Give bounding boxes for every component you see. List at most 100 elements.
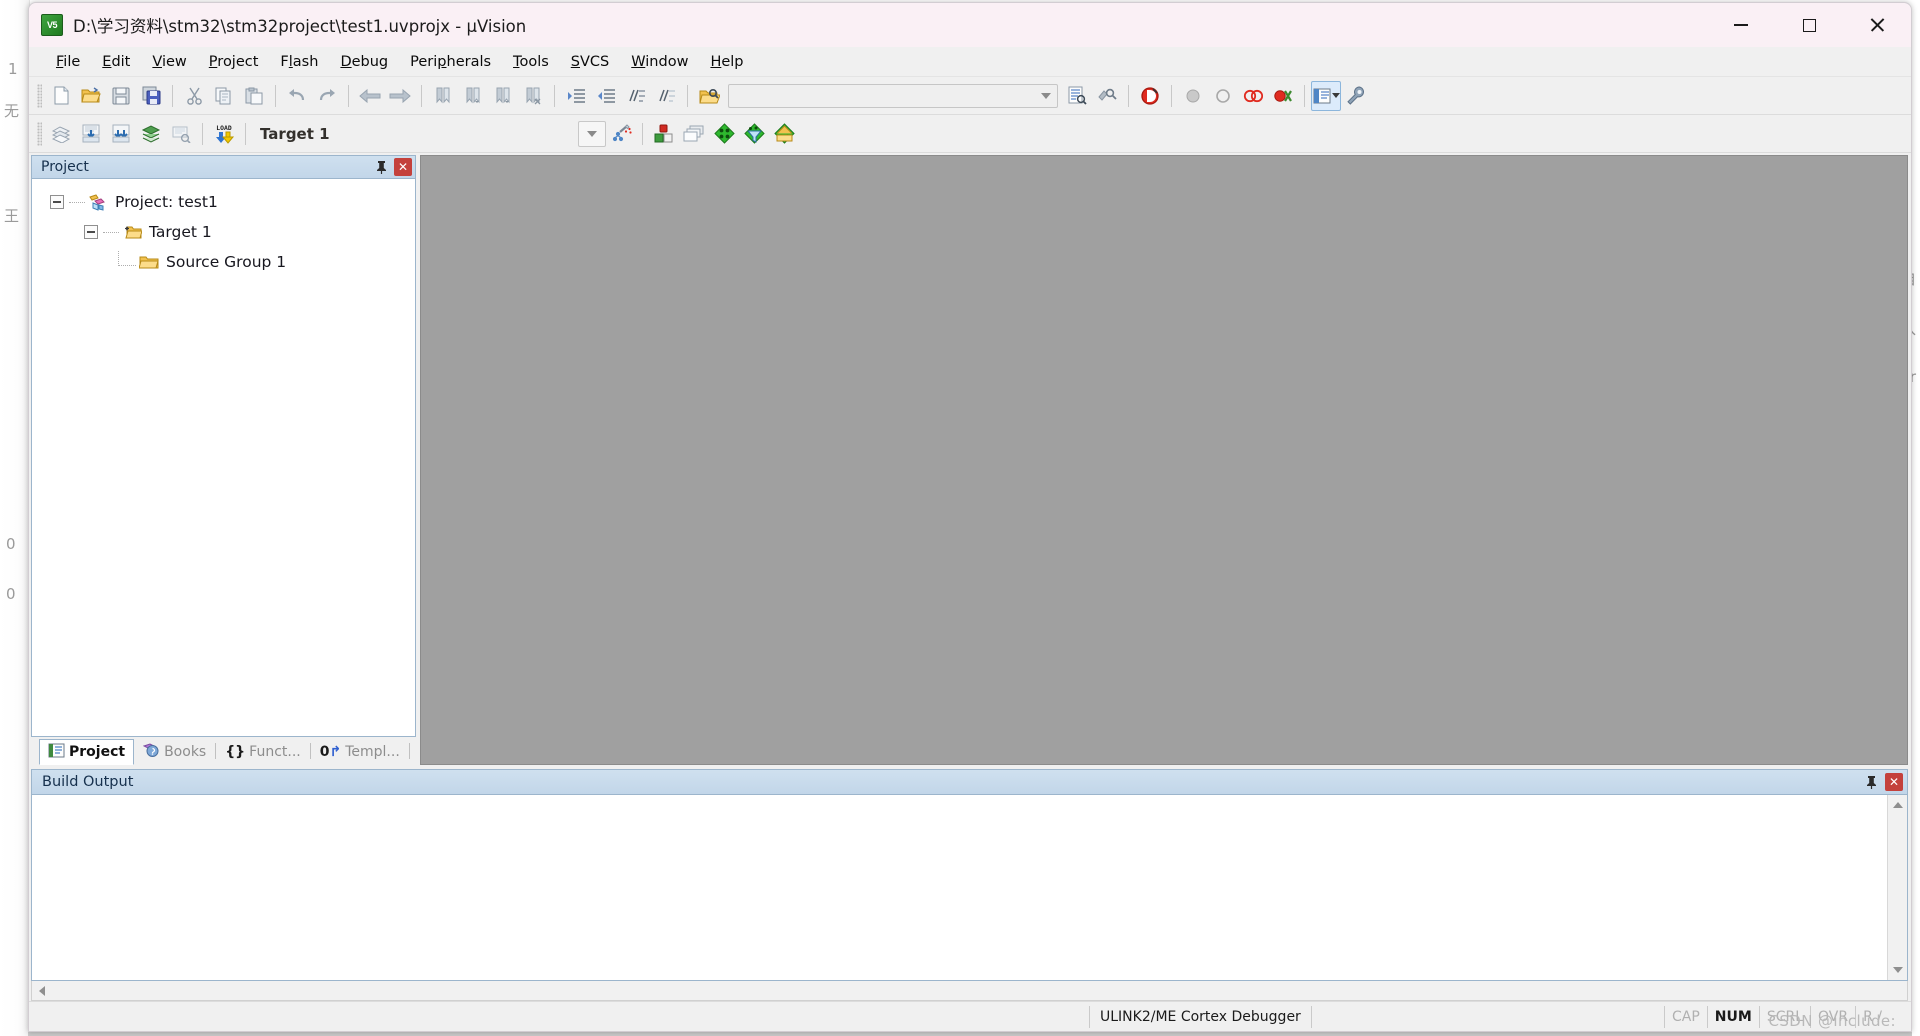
tree-item-label: Source Group 1 xyxy=(166,253,287,271)
find-replace-button[interactable] xyxy=(1092,81,1122,111)
toolbar-grip[interactable] xyxy=(37,121,42,146)
tab-label: Books xyxy=(164,744,207,760)
functions-tab-icon: {} xyxy=(225,744,246,760)
save-button[interactable] xyxy=(106,81,136,111)
batch-build-button[interactable] xyxy=(136,119,166,149)
tab-project[interactable]: Project xyxy=(39,739,135,765)
navigate-forward-button[interactable] xyxy=(385,81,415,111)
copy-button[interactable] xyxy=(209,81,239,111)
tree-item-target[interactable]: Target 1 xyxy=(32,217,415,247)
open-file-button[interactable] xyxy=(76,81,106,111)
minimize-button[interactable] xyxy=(1707,3,1775,47)
minimize-icon xyxy=(1734,24,1748,26)
chevron-down-icon[interactable] xyxy=(1331,93,1340,98)
rebuild-button[interactable] xyxy=(106,119,136,149)
find-combo[interactable] xyxy=(728,83,1058,108)
indent-decrease-button[interactable] xyxy=(591,81,621,111)
tab-books[interactable]: Books xyxy=(134,739,215,765)
bookmark-toggle-button[interactable] xyxy=(428,81,458,111)
translate-button[interactable] xyxy=(46,119,76,149)
status-indicator-readonly: R / xyxy=(1855,1005,1889,1028)
menu-help[interactable]: Help xyxy=(699,51,754,73)
target-selector[interactable]: Target 1 xyxy=(252,121,452,147)
scroll-down-button[interactable] xyxy=(1888,960,1907,980)
debug-session-button[interactable] xyxy=(1135,81,1165,111)
find-in-files-button[interactable] xyxy=(694,81,724,111)
cut-button[interactable] xyxy=(179,81,209,111)
tree-item-project[interactable]: Project: test1 xyxy=(32,187,415,217)
options-wrench-button[interactable] xyxy=(1341,81,1371,111)
scroll-left-button[interactable] xyxy=(32,982,52,1000)
toolbar-grip[interactable] xyxy=(37,83,42,108)
bookmark-clear-button[interactable] xyxy=(518,81,548,111)
manage-project-items-button[interactable] xyxy=(649,119,679,149)
run-time-env-button[interactable] xyxy=(739,119,769,149)
editor-client-area[interactable] xyxy=(420,155,1908,765)
save-all-button[interactable] xyxy=(136,81,166,111)
build-output-vertical-scrollbar[interactable] xyxy=(1887,795,1907,980)
new-file-button[interactable] xyxy=(46,81,76,111)
tab-templates[interactable]: 0↱ Templ... xyxy=(311,739,409,765)
configuration-wizard-button[interactable] xyxy=(1311,80,1341,111)
pack-installer-button[interactable] xyxy=(709,119,739,149)
disable-all-breakpoints-button[interactable] xyxy=(1238,81,1268,111)
software-packs-button[interactable] xyxy=(769,119,799,149)
manage-multi-project-button[interactable] xyxy=(679,119,709,149)
disable-breakpoint-button[interactable] xyxy=(1208,81,1238,111)
build-button[interactable] xyxy=(76,119,106,149)
menu-flash[interactable]: Flash xyxy=(269,51,329,73)
project-tree[interactable]: Project: test1 Target 1 Source Group 1 xyxy=(31,179,416,737)
window-bottom-edge xyxy=(28,1032,1912,1036)
tab-functions[interactable]: {} Funct... xyxy=(216,739,310,765)
build-output-horizontal-scrollbar[interactable] xyxy=(31,981,1908,1001)
paste-button[interactable] xyxy=(239,81,269,111)
expander-minus-icon[interactable] xyxy=(84,225,98,239)
target-options-wizard-button[interactable] xyxy=(606,119,636,149)
expander-minus-icon[interactable] xyxy=(50,195,64,209)
background-ghost-label-4: 0 xyxy=(6,585,16,603)
bookmark-next-button[interactable] xyxy=(488,81,518,111)
maximize-button[interactable] xyxy=(1775,3,1843,47)
status-bar: ULINK2/ME Cortex Debugger CAP NUM SCRL O… xyxy=(29,1001,1911,1031)
menu-tools[interactable]: Tools xyxy=(502,51,560,73)
redo-button[interactable] xyxy=(312,81,342,111)
menu-view[interactable]: View xyxy=(141,51,197,73)
incremental-find-button[interactable] xyxy=(1062,81,1092,111)
download-button[interactable]: LOAD xyxy=(209,119,239,149)
menu-svcs[interactable]: SVCS xyxy=(560,51,620,73)
kill-all-breakpoints-button[interactable] xyxy=(1268,81,1298,111)
comment-button[interactable] xyxy=(621,81,651,111)
pin-icon[interactable] xyxy=(372,158,390,176)
tree-item-source-group[interactable]: Source Group 1 xyxy=(32,247,415,277)
menu-debug[interactable]: Debug xyxy=(329,51,399,73)
bookmark-prev-button[interactable] xyxy=(458,81,488,111)
insert-breakpoint-button[interactable] xyxy=(1178,81,1208,111)
scroll-up-button[interactable] xyxy=(1888,795,1907,815)
tab-label: Project xyxy=(69,744,126,760)
pin-icon[interactable] xyxy=(1862,773,1880,791)
stop-build-button[interactable] xyxy=(166,119,196,149)
build-output-text[interactable] xyxy=(32,795,1887,980)
window-controls xyxy=(1707,3,1911,47)
close-icon[interactable]: ✕ xyxy=(394,158,412,176)
menu-project[interactable]: Project xyxy=(198,51,270,73)
undo-button[interactable] xyxy=(282,81,312,111)
project-tab-icon xyxy=(48,743,65,762)
target-selector-value: Target 1 xyxy=(260,124,330,143)
tab-divider xyxy=(408,743,410,759)
menu-bar: File Edit View Project Flash Debug Perip… xyxy=(29,47,1911,77)
navigate-back-button[interactable] xyxy=(355,81,385,111)
build-output-pane: Build Output ✕ xyxy=(31,769,1908,1001)
menu-peripherals[interactable]: Peripherals xyxy=(399,51,502,73)
target-dropdown-button[interactable] xyxy=(578,120,606,147)
menu-edit[interactable]: Edit xyxy=(91,51,141,73)
close-button[interactable] xyxy=(1843,3,1911,47)
menu-file[interactable]: File xyxy=(45,51,91,73)
tree-connector xyxy=(118,251,136,266)
menu-window[interactable]: Window xyxy=(620,51,699,73)
indent-increase-button[interactable] xyxy=(561,81,591,111)
chevron-down-icon[interactable] xyxy=(1035,85,1057,107)
close-icon[interactable]: ✕ xyxy=(1885,773,1903,791)
toolbar-separator xyxy=(1171,84,1172,107)
uncomment-button[interactable] xyxy=(651,81,681,111)
